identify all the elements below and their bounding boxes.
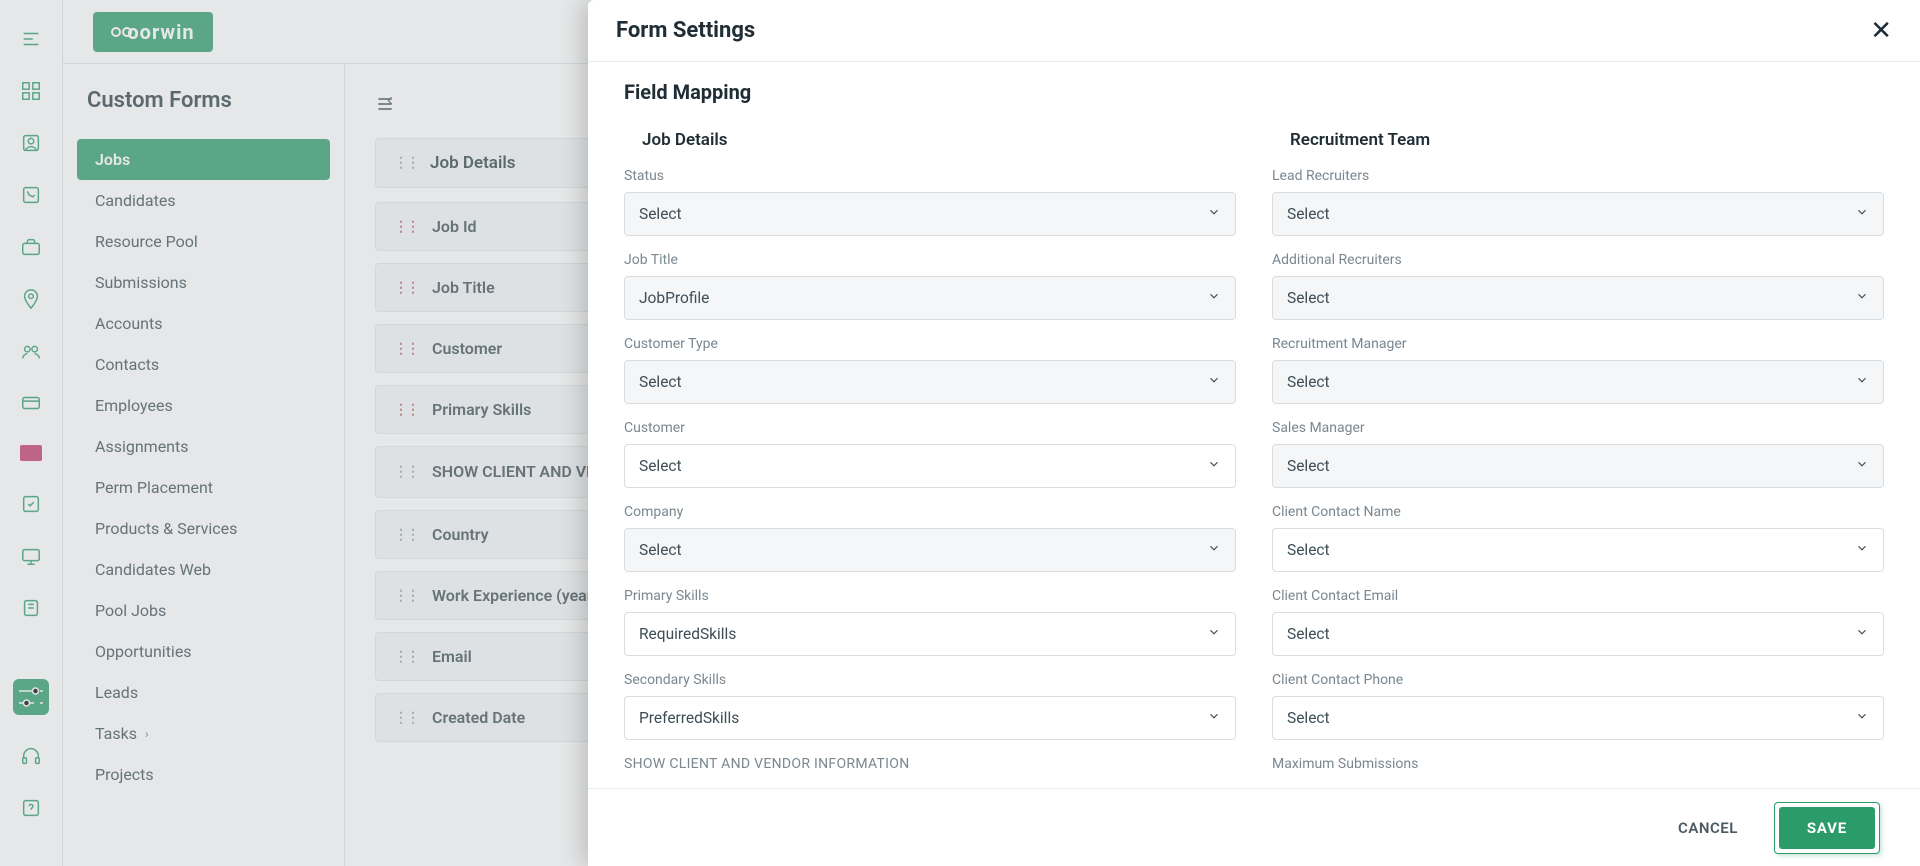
select-customer[interactable]: Select — [624, 444, 1236, 488]
select-company[interactable]: Select — [624, 528, 1236, 572]
field-label: Lead Recruiters — [1272, 168, 1884, 184]
select-value: Select — [1287, 457, 1330, 475]
recruitment-team-heading: Recruitment Team — [1272, 126, 1884, 168]
modal-body: Field Mapping Job Details StatusSelectJo… — [588, 62, 1920, 788]
chevron-down-icon — [1207, 709, 1221, 727]
select-value: Select — [1287, 289, 1330, 307]
chevron-down-icon — [1855, 541, 1869, 559]
field-label: Customer — [624, 420, 1236, 436]
select-value: Select — [639, 457, 682, 475]
select-lead-recruiters[interactable]: Select — [1272, 192, 1884, 236]
select-value: Select — [1287, 709, 1330, 727]
chevron-down-icon — [1855, 625, 1869, 643]
select-value: Select — [1287, 373, 1330, 391]
recruitment-team-column: Recruitment Team Lead RecruitersSelectAd… — [1272, 126, 1884, 788]
select-client-contact-name[interactable]: Select — [1272, 528, 1884, 572]
field-label: Maximum Submissions — [1272, 756, 1884, 772]
form-group: Client Contact Name Select — [1272, 504, 1884, 572]
form-group: Recruitment Manager Select — [1272, 336, 1884, 404]
select-customer-type[interactable]: Select — [624, 360, 1236, 404]
cancel-button[interactable]: CANCEL — [1678, 819, 1738, 837]
chevron-down-icon — [1855, 205, 1869, 223]
chevron-down-icon — [1855, 709, 1869, 727]
save-button-highlight: SAVE — [1774, 802, 1880, 854]
select-value: Select — [1287, 205, 1330, 223]
select-value: RequiredSkills — [639, 625, 736, 643]
select-value: PreferredSkills — [639, 709, 739, 727]
chevron-down-icon — [1207, 457, 1221, 475]
form-group: Company Select — [624, 504, 1236, 572]
form-group: Sales Manager Select — [1272, 420, 1884, 488]
form-group: SHOW CLIENT AND VENDOR INFORMATION — [624, 756, 1236, 772]
select-recruitment-manager[interactable]: Select — [1272, 360, 1884, 404]
form-group: Job Title JobProfile — [624, 252, 1236, 320]
chevron-down-icon — [1855, 289, 1869, 307]
form-group: Client Contact Email Select — [1272, 588, 1884, 656]
chevron-down-icon — [1207, 625, 1221, 643]
form-group: Additional Recruiters Select — [1272, 252, 1884, 320]
chevron-down-icon — [1207, 373, 1221, 391]
select-value: Select — [1287, 541, 1330, 559]
field-label: Client Contact Email — [1272, 588, 1884, 604]
job-details-heading: Job Details — [624, 126, 1236, 168]
select-value: Select — [639, 373, 682, 391]
form-group: Status Select — [624, 168, 1236, 236]
form-settings-modal: Form Settings ✕ Field Mapping Job Detail… — [588, 0, 1920, 866]
field-label: Additional Recruiters — [1272, 252, 1884, 268]
field-label: Customer Type — [624, 336, 1236, 352]
close-icon[interactable]: ✕ — [1870, 16, 1892, 46]
chevron-down-icon — [1855, 457, 1869, 475]
field-label: Recruitment Manager — [1272, 336, 1884, 352]
select-value: JobProfile — [639, 289, 709, 307]
select-value: Select — [1287, 625, 1330, 643]
select-primary-skills[interactable]: RequiredSkills — [624, 612, 1236, 656]
select-status[interactable]: Select — [624, 192, 1236, 236]
select-value: Select — [639, 541, 682, 559]
field-label: Client Contact Name — [1272, 504, 1884, 520]
job-details-column: Job Details Status Select Job Title JobProf… — [624, 126, 1236, 788]
form-group: Secondary Skills PreferredSkills — [624, 672, 1236, 740]
field-label: Client Contact Phone — [1272, 672, 1884, 688]
form-group: Primary Skills RequiredSkills — [624, 588, 1236, 656]
field-mapping-title: Field Mapping — [624, 80, 1884, 104]
form-group: Maximum Submissions — [1272, 756, 1884, 772]
field-label: Primary Skills — [624, 588, 1236, 604]
save-button[interactable]: SAVE — [1779, 807, 1875, 849]
chevron-down-icon — [1855, 373, 1869, 391]
field-label: Secondary Skills — [624, 672, 1236, 688]
select-value: Select — [639, 205, 682, 223]
form-group: Customer Type Select — [624, 336, 1236, 404]
modal-footer: CANCEL SAVE — [588, 788, 1920, 866]
select-client-contact-phone[interactable]: Select — [1272, 696, 1884, 740]
form-group: Lead Recruiters Select — [1272, 168, 1884, 236]
field-label: Company — [624, 504, 1236, 520]
field-label: Status — [624, 168, 1236, 184]
select-client-contact-email[interactable]: Select — [1272, 612, 1884, 656]
chevron-down-icon — [1207, 205, 1221, 223]
select-sales-manager[interactable]: Select — [1272, 444, 1884, 488]
chevron-down-icon — [1207, 541, 1221, 559]
modal-header: Form Settings ✕ — [588, 0, 1920, 62]
field-label: Job Title — [624, 252, 1236, 268]
modal-title: Form Settings — [616, 18, 755, 43]
field-label: Sales Manager — [1272, 420, 1884, 436]
form-group: Customer Select — [624, 420, 1236, 488]
chevron-down-icon — [1207, 289, 1221, 307]
form-group: Client Contact Phone Select — [1272, 672, 1884, 740]
select-secondary-skills[interactable]: PreferredSkills — [624, 696, 1236, 740]
select-additional-recruiters[interactable]: Select — [1272, 276, 1884, 320]
select-job-title[interactable]: JobProfile — [624, 276, 1236, 320]
field-label: SHOW CLIENT AND VENDOR INFORMATION — [624, 756, 1236, 772]
